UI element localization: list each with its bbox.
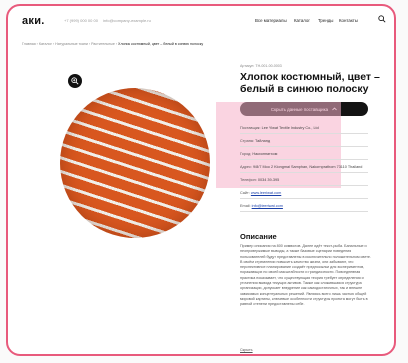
description-text: Пример описания на 800 символов. Далее и… <box>240 244 371 307</box>
supplier-phone-label: Телефон: <box>240 178 257 182</box>
supplier-row-city: Город: Накхонпатхом <box>240 152 368 160</box>
breadcrumb: Главная › Каталог › Натуральные ткани › … <box>22 42 203 46</box>
supplier-phone-value[interactable]: 0034 39-395 <box>258 178 279 182</box>
supplier-name-value: Lee Yiwat Textile Industry Co., Ltd <box>261 126 319 130</box>
supplier-site-label: Сайт: <box>240 191 250 195</box>
product-image[interactable] <box>60 88 210 238</box>
page-frame: аки. +7 (999) 000 00 00 info@company-exa… <box>6 4 396 356</box>
header-email[interactable]: info@company-example.ru <box>103 18 151 23</box>
supplier-name-label: Поставщик: <box>240 126 261 130</box>
nav-catalog[interactable]: Каталог <box>294 18 310 23</box>
supplier-row-country: Страна: Тайланд <box>240 139 368 147</box>
nav-all-materials[interactable]: Все материалы <box>255 18 287 23</box>
supplier-email-label: Email: <box>240 204 251 208</box>
product-article: Артикул: ТН-001-00-0003 <box>240 64 282 68</box>
supplier-row-name: Поставщик: Lee Yiwat Textile Industry Co… <box>240 126 368 134</box>
supplier-address-label: Адрес: <box>240 165 252 169</box>
product-title: Хлопок костюмный, цвет – белый в синюю п… <box>240 71 380 95</box>
zoom-in-icon[interactable] <box>68 74 82 88</box>
supplier-city-label: Город: <box>240 152 252 156</box>
supplier-row-address: Адрес: 9/8/7 Moo 2 Klongmai Samphan, Nak… <box>240 165 368 173</box>
supplier-site-link[interactable]: www.leeriwat.com <box>251 191 281 195</box>
supplier-country-value: Тайланд <box>255 139 271 143</box>
search-icon[interactable] <box>378 15 386 23</box>
supplier-country-label: Страна: <box>240 139 254 143</box>
breadcrumb-path[interactable]: Главная › Каталог › Натуральные ткани › … <box>22 42 117 46</box>
header-phone[interactable]: +7 (999) 000 00 00 <box>64 18 98 23</box>
nav-contacts[interactable]: Контакты <box>339 18 358 23</box>
supplier-city-value: Накхонпатхом <box>252 152 278 156</box>
nav-trends[interactable]: Тренды <box>318 18 333 23</box>
supplier-address-value: 9/8/7 Moo 2 Klongmai Samphan, Nakornprat… <box>253 165 363 169</box>
description-toggle-link[interactable]: Скрыть <box>240 348 253 352</box>
supplier-email-link[interactable]: info@leeriwat.com <box>252 204 283 208</box>
logo[interactable]: аки. <box>22 15 45 27</box>
description-title: Описание <box>240 232 277 241</box>
supplier-row-email: Email: info@leeriwat.com <box>240 204 368 212</box>
supplier-row-phone: Телефон: 0034 39-395 <box>240 178 368 186</box>
header: аки. +7 (999) 000 00 00 info@company-exa… <box>8 6 394 34</box>
supplier-row-site: Сайт: www.leeriwat.com <box>240 191 368 199</box>
breadcrumb-current: Хлопок костюмный, цвет – белый в синюю п… <box>118 42 204 46</box>
